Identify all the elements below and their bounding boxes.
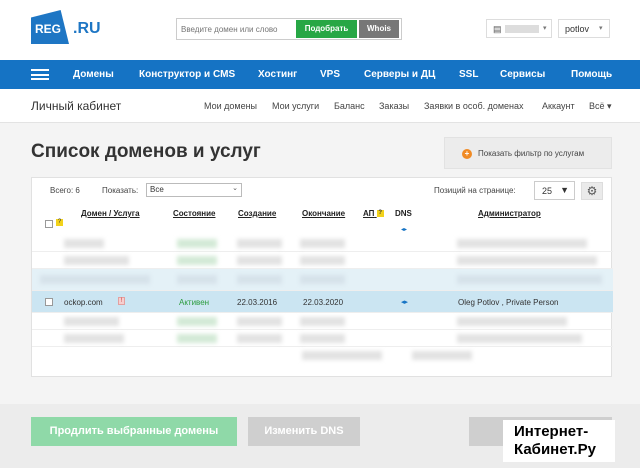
table-row[interactable] xyxy=(32,269,613,291)
per-page-label: Позиций на странице: xyxy=(434,186,516,195)
show-filter-label: Показать фильтр по услугам xyxy=(478,149,585,158)
row-domain[interactable]: ockop.com xyxy=(64,298,103,307)
col-ap[interactable]: АП ? xyxy=(363,209,384,218)
row-admin: Oleg Potlov , Private Person xyxy=(458,298,559,307)
row-created: 22.03.2016 xyxy=(237,298,278,307)
show-filter-value: Все xyxy=(150,185,164,194)
wallet-icon: ▤ xyxy=(493,24,502,34)
subnav-balance[interactable]: Баланс xyxy=(334,101,365,111)
balance-dropdown[interactable]: ▤ ▾ xyxy=(486,19,552,38)
domains-table: Всего: 6 Показать: Все ⌄ Позиций на стра… xyxy=(31,177,613,377)
subnav-all[interactable]: Всё ▾ xyxy=(589,101,612,112)
subnav-my-domains[interactable]: Мои домены xyxy=(204,101,257,111)
help-icon[interactable]: ? xyxy=(376,210,384,218)
per-page-select[interactable]: 25 ▼ xyxy=(534,181,575,200)
user-menu[interactable]: potlov ▾ xyxy=(558,19,610,38)
col-domain[interactable]: Домен / Услуга xyxy=(81,209,140,218)
row-expires: 22.03.2020 xyxy=(303,298,344,307)
caret-down-icon: ▼ xyxy=(560,185,569,195)
account-subnav: Личный кабинет Мои домены Мои услуги Бал… xyxy=(0,89,640,123)
domain-search-box: Подобрать Whois xyxy=(176,18,402,40)
gear-icon[interactable]: ⚙ xyxy=(581,182,603,200)
nav-ssl[interactable]: SSL xyxy=(459,60,478,89)
account-title[interactable]: Личный кабинет xyxy=(31,99,121,113)
show-filter-button[interactable]: + Показать фильтр по услугам xyxy=(444,137,612,169)
page-title: Список доменов и услуг xyxy=(31,141,261,162)
top-header: REG .RU Подобрать Whois ▤ ▾ potlov ▾ xyxy=(0,0,640,60)
warning-icon[interactable]: ! xyxy=(118,297,125,305)
subnav-my-services[interactable]: Мои услуги xyxy=(272,101,319,111)
balance-value-obscured xyxy=(505,25,539,33)
subnav-account[interactable]: Аккаунт xyxy=(542,101,575,111)
pick-domain-button[interactable]: Подобрать xyxy=(296,20,357,38)
table-row-selected[interactable]: ockop.com ! Активен 22.03.2016 22.03.202… xyxy=(32,291,613,313)
table-row[interactable] xyxy=(32,330,613,347)
dns-arrows-icon[interactable]: ◂▸ xyxy=(401,298,408,306)
menu-icon[interactable] xyxy=(31,69,49,80)
table-row[interactable] xyxy=(32,313,613,330)
chevron-down-icon: ⌄ xyxy=(232,185,238,192)
col-created[interactable]: Создание xyxy=(238,209,276,218)
help-icon[interactable]: ? xyxy=(56,219,63,226)
renew-selected-button[interactable]: Продлить выбранные домены xyxy=(31,417,237,446)
col-status[interactable]: Состояние xyxy=(173,209,215,218)
row-checkbox[interactable] xyxy=(45,298,53,306)
watermark-line-2: Кабинет.Ру xyxy=(514,441,596,458)
dns-arrows-icon: ◂▸ xyxy=(401,227,408,233)
col-dns: DNS xyxy=(395,209,412,218)
table-row[interactable] xyxy=(32,347,613,364)
nav-services[interactable]: Сервисы xyxy=(500,60,545,89)
nav-constructor[interactable]: Конструктор и CMS xyxy=(139,60,235,89)
select-all-checkbox[interactable] xyxy=(45,220,53,228)
subnav-special-requests[interactable]: Заявки в особ. доменах xyxy=(424,101,524,111)
main-navigation: Домены Конструктор и CMS Хостинг VPS Сер… xyxy=(0,60,640,89)
nav-hosting[interactable]: Хостинг xyxy=(258,60,297,89)
show-label: Показать: xyxy=(102,186,139,195)
per-page-value: 25 xyxy=(542,186,553,196)
chevron-down-icon: ▾ xyxy=(599,25,603,32)
nav-vps[interactable]: VPS xyxy=(320,60,340,89)
change-dns-button[interactable]: Изменить DNS xyxy=(248,417,360,446)
nav-domains[interactable]: Домены xyxy=(73,60,114,89)
total-count: Всего: 6 xyxy=(50,186,80,195)
plus-icon: + xyxy=(462,149,472,159)
nav-servers[interactable]: Серверы и ДЦ xyxy=(364,60,435,89)
col-admin[interactable]: Администратор xyxy=(478,209,541,218)
chevron-down-icon: ▾ xyxy=(543,25,547,32)
user-name: potlov xyxy=(565,24,590,34)
table-row[interactable] xyxy=(32,252,613,269)
logo-text: REG xyxy=(35,22,62,36)
show-filter-select[interactable]: Все ⌄ xyxy=(146,183,242,197)
whois-button[interactable]: Whois xyxy=(359,20,399,38)
table-row[interactable] xyxy=(32,235,613,252)
col-ap-label: АП xyxy=(363,209,375,218)
nav-help[interactable]: Помощь xyxy=(571,60,612,89)
logo-suffix: .RU xyxy=(73,20,101,37)
subnav-orders[interactable]: Заказы xyxy=(379,101,409,111)
col-expires[interactable]: Окончание xyxy=(302,209,345,218)
row-status: Активен xyxy=(179,298,210,307)
domain-search-input[interactable] xyxy=(181,22,293,37)
watermark: Интернет- Кабинет.Ру xyxy=(503,420,615,462)
watermark-line-1: Интернет- xyxy=(514,423,589,440)
